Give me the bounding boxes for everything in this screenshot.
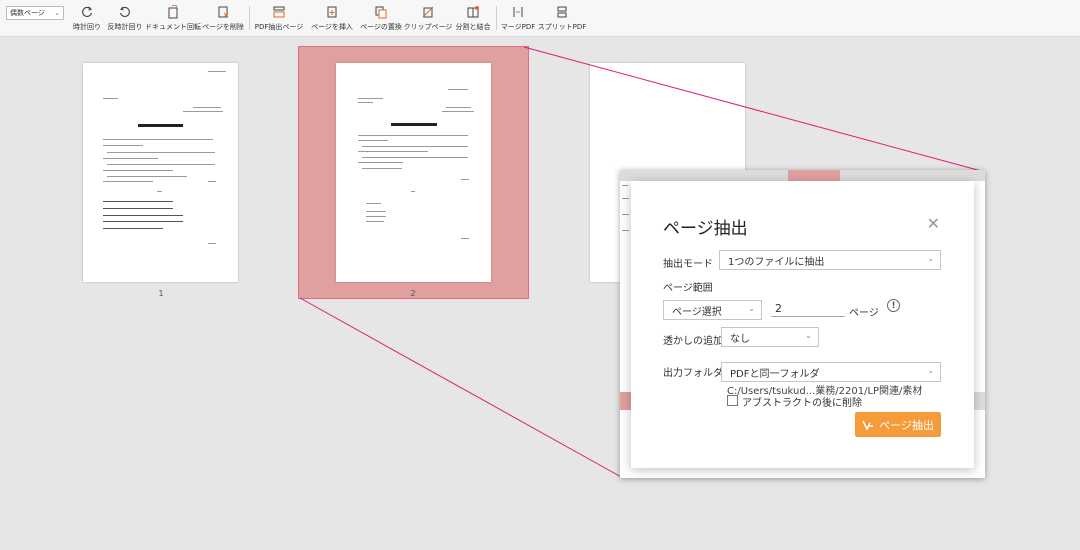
tool-label: 反時計回り	[107, 23, 143, 31]
page-range-mode-value: ページ選択	[672, 306, 722, 318]
watermark-label: 透かしの追加	[663, 336, 723, 347]
dialog-title: ページ抽出	[663, 219, 748, 239]
toolbar-divider	[249, 6, 250, 30]
tool-label: 時計回り	[73, 23, 101, 31]
split-pdf-button[interactable]: スプリットPDF	[538, 4, 586, 32]
info-icon[interactable]: !	[887, 299, 900, 312]
insert-page-button[interactable]: ページを挿入	[311, 4, 353, 32]
page-filter-value: 偶数ページ	[10, 9, 45, 17]
replace-page-button[interactable]: ページの置換	[360, 4, 402, 32]
extract-pages-dialog: ページ抽出 ✕ 抽出モード 1つのファイルに抽出 ⌄ ページ範囲 ページ選択 ⌄…	[631, 181, 974, 468]
extract-icon	[862, 420, 874, 431]
tool-label: マージPDF	[500, 23, 536, 31]
page-number-1: 1	[158, 289, 164, 298]
extract-pages-button[interactable]: ページ抽出	[855, 412, 941, 437]
merge-pdf-icon	[513, 7, 523, 17]
tool-label: スプリットPDF	[537, 23, 587, 31]
page-range-label: ページ範囲	[663, 283, 713, 294]
close-icon[interactable]: ✕	[927, 214, 940, 233]
page-number-input[interactable]: 2	[771, 302, 845, 317]
split-pdf-icon	[557, 6, 567, 18]
output-folder-label: 出力フォルダ	[663, 368, 723, 379]
chevron-down-icon: ⌄	[805, 331, 812, 340]
page-replace-icon	[375, 6, 387, 19]
abstract-delete-label: アブストラクトの後に削除	[742, 398, 862, 409]
page-delete-icon	[218, 6, 229, 18]
chevron-down-icon: ⌄	[927, 254, 934, 263]
tool-label: PDF抽出ページ	[254, 23, 304, 31]
connector-line-bottom	[299, 297, 624, 479]
toolbar-divider	[496, 6, 497, 30]
tool-label: ページの置換	[360, 23, 402, 31]
toolbar: 偶数ページ ⌄ 時計回り 反時計回り ドキュメント回転 ページを削除 PDF抽出…	[0, 0, 1080, 37]
rotate-counterclockwise-button[interactable]: 反時計回り	[107, 4, 143, 32]
page-unit-label: ページ	[849, 308, 879, 319]
watermark-value: なし	[730, 333, 750, 345]
pdf-extract-page-button[interactable]: PDF抽出ページ	[255, 4, 303, 32]
rotate-ccw-icon	[119, 6, 130, 17]
chevron-down-icon: ⌄	[54, 9, 60, 17]
chevron-down-icon: ⌄	[927, 366, 934, 375]
watermark-select[interactable]: なし ⌄	[721, 327, 819, 347]
delete-page-button[interactable]: ページを削除	[202, 4, 244, 32]
abstract-delete-checkbox[interactable]	[727, 395, 738, 406]
split-merge-button[interactable]: 分割と結合	[455, 4, 491, 32]
extract-mode-value: 1つのファイルに抽出	[728, 256, 825, 268]
clip-page-icon	[422, 6, 434, 18]
extract-button-label: ページ抽出	[879, 418, 934, 432]
page-number-2: 2	[410, 289, 416, 298]
extract-mode-select[interactable]: 1つのファイルに抽出 ⌄	[719, 250, 941, 270]
merge-pdf-button[interactable]: マージPDF	[500, 4, 536, 32]
pdf-extract-icon	[273, 6, 285, 18]
page-range-mode-select[interactable]: ページ選択 ⌄	[663, 300, 762, 320]
tool-label: クリップページ	[403, 23, 453, 31]
tool-label: ページを挿入	[311, 23, 353, 31]
page-thumbnail-2[interactable]	[336, 63, 491, 282]
split-merge-icon	[467, 6, 479, 18]
page-filter-select[interactable]: 偶数ページ ⌄	[6, 6, 64, 20]
output-folder-value: PDFと同一フォルダ	[730, 368, 820, 380]
tool-label: 分割と結合	[455, 23, 491, 31]
doc-rotate-icon	[168, 5, 178, 19]
rotate-cw-icon	[82, 6, 93, 17]
tool-label: ドキュメント回転	[145, 23, 201, 31]
extract-mode-label: 抽出モード	[663, 259, 713, 270]
chevron-down-icon: ⌄	[748, 304, 755, 313]
clip-page-button[interactable]: クリップページ	[404, 4, 452, 32]
page-thumbnail-1[interactable]	[83, 63, 238, 282]
page-insert-icon	[327, 6, 337, 18]
output-folder-select[interactable]: PDFと同一フォルダ ⌄	[721, 362, 941, 382]
document-rotate-button[interactable]: ドキュメント回転	[145, 4, 201, 32]
rotate-clockwise-button[interactable]: 時計回り	[73, 4, 101, 32]
tool-label: ページを削除	[202, 23, 244, 31]
